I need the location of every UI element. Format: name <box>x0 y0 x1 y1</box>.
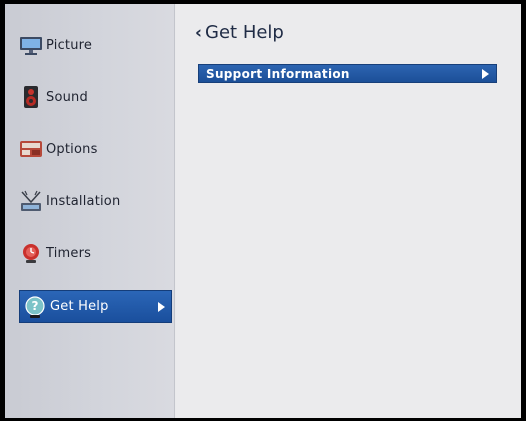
speaker-icon <box>19 85 43 109</box>
sidebar-item-installation[interactable]: Installation <box>19 186 174 216</box>
main-panel: ‹ Get Help Support Information <box>176 4 521 418</box>
page-title-text: Get Help <box>205 22 284 43</box>
svg-text:?: ? <box>32 299 39 313</box>
sidebar-item-label: Sound <box>46 89 88 105</box>
sidebar-item-timers[interactable]: Timers <box>19 238 174 268</box>
sidebar-item-options[interactable]: Options <box>19 134 174 164</box>
chevron-right-icon <box>158 302 165 312</box>
sidebar-item-label: Installation <box>46 193 121 209</box>
menu-item-support-information[interactable]: Support Information <box>198 64 497 83</box>
tv-menu-screen: Picture Sound Options Installation Timer… <box>5 4 521 418</box>
sidebar-item-picture[interactable]: Picture <box>19 30 174 60</box>
antenna-icon <box>19 189 43 213</box>
back-chevron-icon[interactable]: ‹ <box>195 23 202 43</box>
menu-item-label: Support Information <box>206 66 350 81</box>
monitor-icon <box>19 33 43 57</box>
sidebar-item-label: Picture <box>46 37 93 53</box>
sidebar-item-label: Options <box>46 141 98 157</box>
options-icon <box>19 137 43 161</box>
sidebar-item-label: Get Help <box>50 299 109 314</box>
sidebar-item-get-help[interactable]: ? Get Help <box>19 290 172 323</box>
chevron-right-icon <box>482 69 489 79</box>
timer-icon <box>19 241 43 265</box>
sidebar-item-sound[interactable]: Sound <box>19 82 174 112</box>
sidebar-item-label: Timers <box>46 245 92 261</box>
help-icon: ? <box>23 295 47 319</box>
page-title: ‹ Get Help <box>195 22 284 43</box>
sidebar: Picture Sound Options Installation Timer… <box>5 4 175 418</box>
